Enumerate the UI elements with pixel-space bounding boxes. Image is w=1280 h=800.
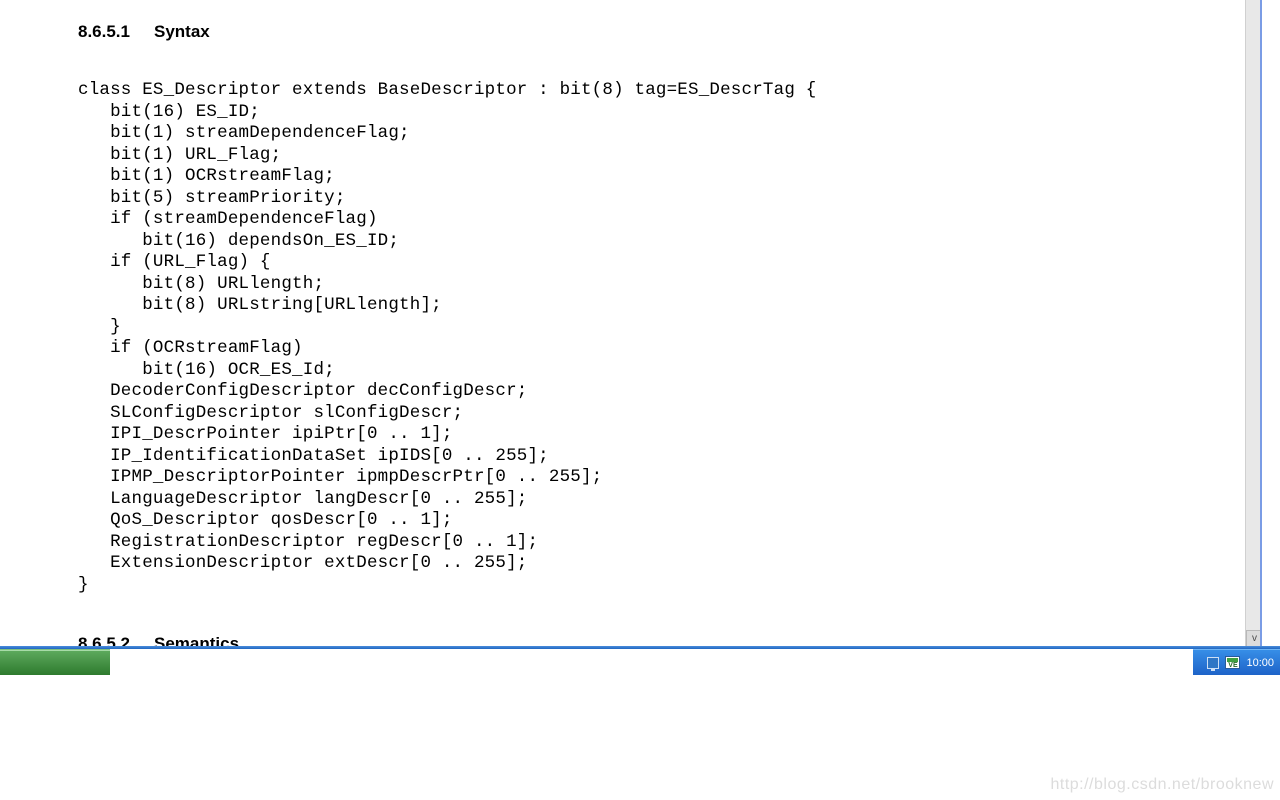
- monitor-icon[interactable]: [1207, 657, 1219, 669]
- document-content: 8.6.5.1 Syntax class ES_Descriptor extend…: [4, 22, 1260, 647]
- section-title: Syntax: [154, 22, 210, 41]
- ve-tray-icon[interactable]: [1225, 656, 1240, 669]
- scroll-down-arrow-icon[interactable]: v: [1246, 630, 1262, 647]
- taskbar-start-area[interactable]: [0, 649, 110, 675]
- taskbar-tray[interactable]: 10:00: [1193, 649, 1280, 675]
- window-frame-strip: [0, 646, 1280, 649]
- section-heading-syntax: 8.6.5.1 Syntax: [78, 22, 1260, 42]
- section-number: 8.6.5.1: [78, 22, 130, 42]
- watermark-text: http://blog.csdn.net/brooknew: [1050, 776, 1274, 794]
- code-block-es-descriptor: class ES_Descriptor extends BaseDescript…: [78, 80, 1260, 596]
- vertical-scrollbar[interactable]: v: [1245, 0, 1262, 647]
- document-viewport: 8.6.5.1 Syntax class ES_Descriptor extend…: [4, 0, 1262, 647]
- taskbar-clock[interactable]: 10:00: [1246, 657, 1274, 669]
